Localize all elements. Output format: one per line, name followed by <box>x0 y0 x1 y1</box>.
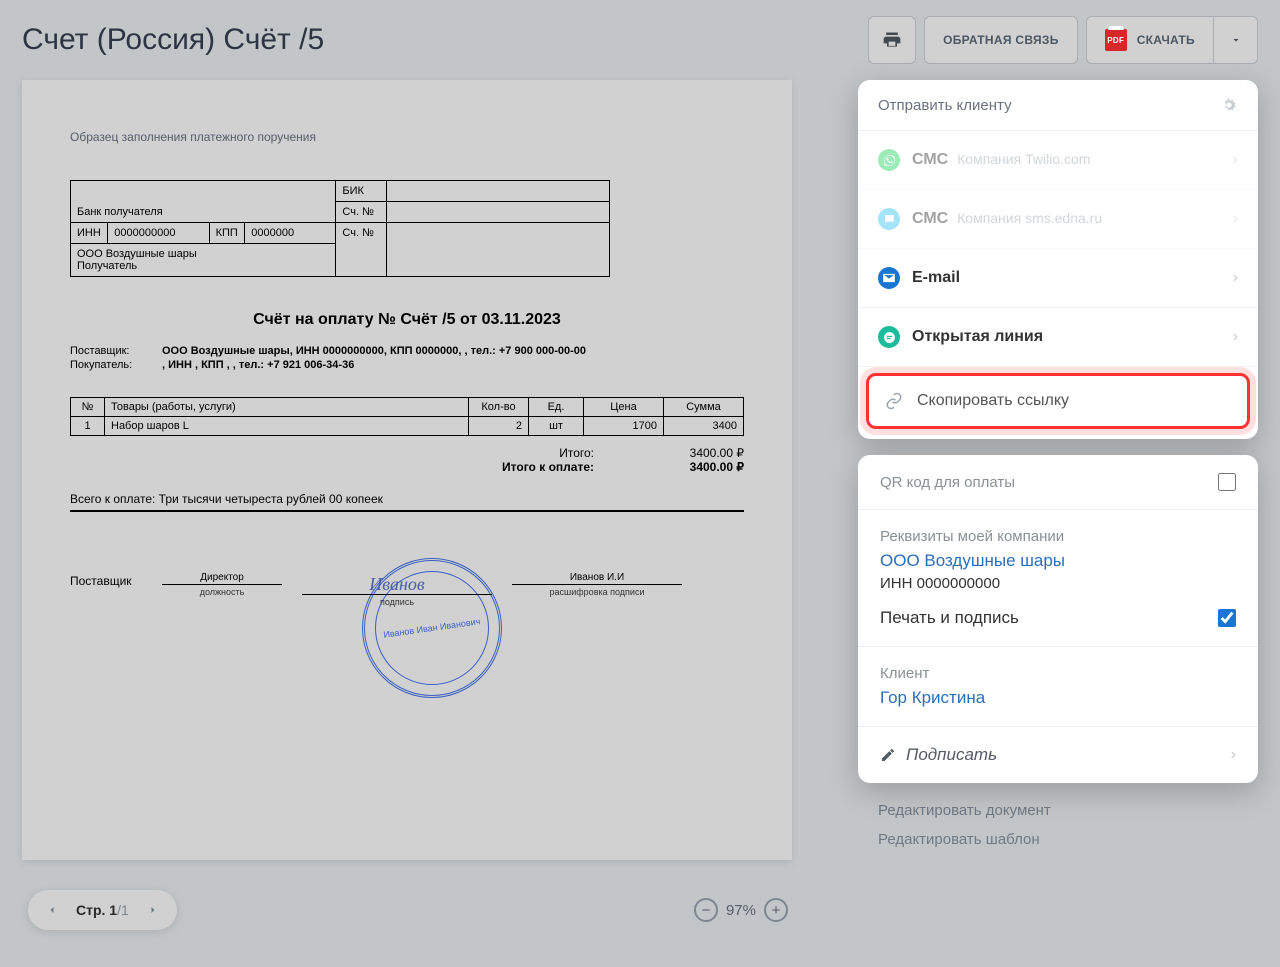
send-openline[interactable]: Открытая линия › <box>858 308 1258 367</box>
edit-document-link[interactable]: Редактировать документ <box>878 797 1258 826</box>
chat-icon <box>878 326 900 348</box>
edit-template-link[interactable]: Редактировать шаблон <box>878 826 1258 855</box>
chevron-down-icon <box>1230 34 1242 46</box>
link-icon <box>883 390 905 412</box>
fill-sample-label: Образец заполнения платежного поручения <box>70 130 744 144</box>
copy-link[interactable]: Скопировать ссылку <box>866 373 1250 429</box>
download-button[interactable]: PDF СКАЧАТЬ <box>1086 16 1214 64</box>
stamp-sign-label: Печать и подпись <box>880 608 1019 628</box>
send-sms-edna[interactable]: СМС Компания sms.edna.ru › <box>858 190 1258 249</box>
download-menu-button[interactable] <box>1214 16 1258 64</box>
print-button[interactable] <box>868 16 916 64</box>
company-link[interactable]: ООО Воздушные шары <box>880 551 1236 571</box>
sign-action[interactable]: Подписать › <box>858 727 1258 783</box>
details-panel: QR код для оплаты Реквизиты моей компани… <box>858 455 1258 783</box>
invoice-title: Счёт на оплату № Счёт /5 от 03.11.2023 <box>70 311 744 329</box>
chevron-right-icon: › <box>1233 210 1238 228</box>
chat-bubble-icon <box>878 208 900 230</box>
stamp-sign-checkbox[interactable] <box>1218 609 1236 627</box>
send-title: Отправить клиенту <box>878 97 1012 114</box>
gear-icon[interactable] <box>1220 96 1238 114</box>
sum-in-words: Всего к оплате: Три тысячи четыреста руб… <box>70 492 744 512</box>
company-inn: ИНН 0000000000 <box>880 575 1236 592</box>
send-email[interactable]: E-mail › <box>858 249 1258 308</box>
chevron-right-icon: › <box>1233 269 1238 287</box>
mail-icon <box>878 267 900 289</box>
qr-checkbox[interactable] <box>1218 473 1236 491</box>
prev-page-button[interactable] <box>38 896 66 924</box>
pdf-icon: PDF <box>1105 29 1127 51</box>
printer-icon <box>882 30 902 50</box>
document-preview: Образец заполнения платежного поручения … <box>22 80 792 860</box>
pen-icon <box>880 747 896 763</box>
page-title: Счет (Россия) Счёт /5 <box>22 23 860 57</box>
feedback-button[interactable]: ОБРАТНАЯ СВЯЗЬ <box>924 16 1078 64</box>
send-sms-twilio[interactable]: СМС Компания Twilio.com › <box>858 131 1258 190</box>
bank-details-table: Банк получателя БИК Сч. № ИНН 0000000000… <box>70 180 610 277</box>
chevron-right-icon: › <box>1233 151 1238 169</box>
items-table: № Товары (работы, услуги) Кол-во Ед. Цен… <box>70 397 744 436</box>
next-page-button[interactable] <box>139 896 167 924</box>
chevron-right-icon: › <box>1233 328 1238 346</box>
page-indicator: Стр. 1/1 <box>70 902 135 918</box>
requisites-label: Реквизиты моей компании <box>880 528 1236 545</box>
whatsapp-icon <box>878 149 900 171</box>
zoom-out-button[interactable]: − <box>694 898 718 922</box>
client-label: Клиент <box>880 665 1236 682</box>
pager: Стр. 1/1 <box>28 890 177 930</box>
table-row: 1 Набор шаров L 2 шт 1700 3400 <box>71 417 744 436</box>
send-to-client-card: Отправить клиенту СМС Компания Twilio.co… <box>858 80 1258 439</box>
qr-section[interactable]: QR код для оплаты <box>858 455 1258 510</box>
client-link[interactable]: Гор Кристина <box>880 688 1236 708</box>
zoom-in-button[interactable]: + <box>764 898 788 922</box>
zoom-level: 97% <box>726 902 756 919</box>
chevron-right-icon: › <box>1231 746 1236 764</box>
